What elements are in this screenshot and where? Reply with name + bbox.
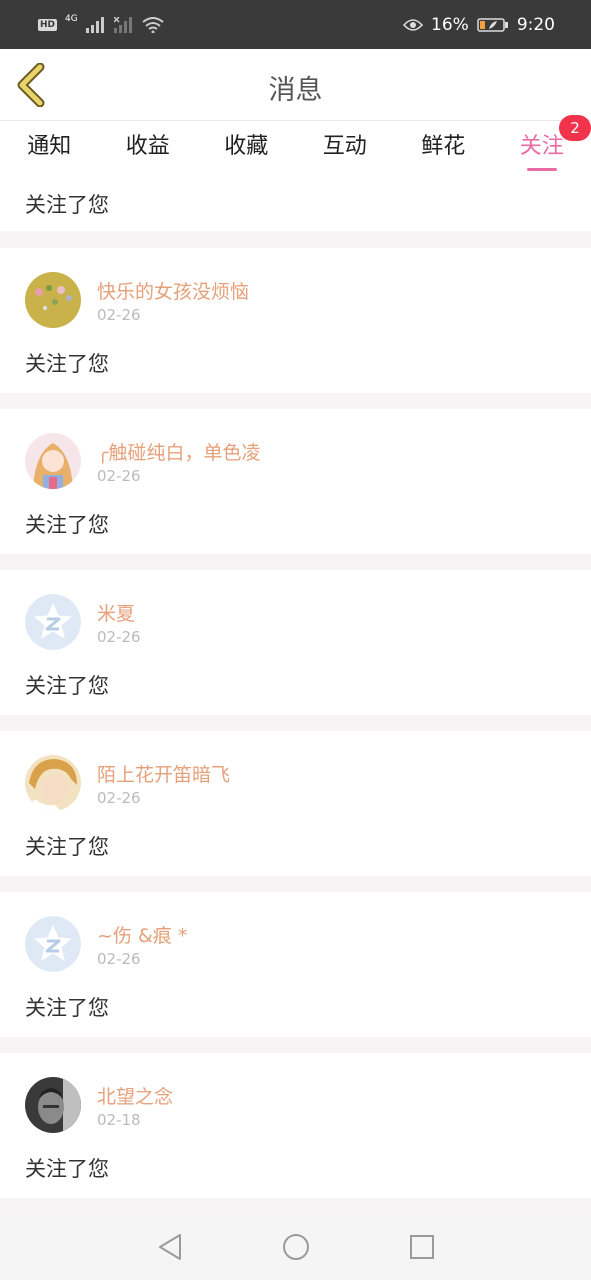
tab-label: 鲜花 <box>421 134 466 159</box>
tab-favorites[interactable]: 收藏 <box>197 121 296 177</box>
tab-follows[interactable]: 关注 2 <box>493 115 591 177</box>
wifi-icon <box>142 16 164 33</box>
avatar-image <box>25 433 81 489</box>
date: 02-18 <box>97 1111 141 1129</box>
battery-percent: 16% <box>431 14 469 35</box>
avatar[interactable] <box>25 272 81 328</box>
signal-icon <box>85 16 104 33</box>
date: 02-26 <box>97 950 141 968</box>
battery-icon <box>477 17 508 32</box>
avatar[interactable] <box>25 594 81 650</box>
active-tab-indicator <box>526 168 557 171</box>
app-header: 消息 <box>0 49 591 121</box>
status-right: 16% 9:20 <box>403 15 555 35</box>
nav-recents-button[interactable] <box>399 1224 445 1270</box>
tab-notifications[interactable]: 通知 <box>0 121 99 177</box>
date: 02-26 <box>97 628 141 646</box>
follow-action-text: 关注了您 <box>25 193 109 217</box>
tab-flowers[interactable]: 鲜花 <box>394 121 493 177</box>
list-item[interactable]: ~伤 &痕 * 02-26 关注了您 <box>0 892 591 1037</box>
tab-label: 关注 <box>519 134 564 159</box>
unread-badge: 2 <box>559 115 591 141</box>
follow-action-text: 关注了您 <box>25 513 109 537</box>
follow-action-text: 关注了您 <box>25 835 109 859</box>
date: 02-26 <box>97 789 141 807</box>
circle-home-icon <box>282 1233 309 1260</box>
user-name[interactable]: 北望之念 <box>97 1082 173 1109</box>
follow-action-text: 关注了您 <box>25 996 109 1020</box>
date: 02-26 <box>97 306 141 324</box>
follow-action-text: 关注了您 <box>25 1157 109 1181</box>
avatar[interactable] <box>25 916 81 972</box>
avatar-image <box>25 755 81 811</box>
tab-label: 互动 <box>322 134 367 159</box>
list-item[interactable]: ╭触碰纯白，单色凌 02-26 关注了您 <box>0 409 591 554</box>
hd-badge: HD <box>38 18 58 31</box>
clock: 9:20 <box>516 14 555 35</box>
list-item[interactable]: 米夏 02-26 关注了您 <box>0 570 591 715</box>
nav-home-button[interactable] <box>273 1224 319 1270</box>
list-item-partial[interactable]: 关注了您 <box>0 177 591 231</box>
follow-action-text: 关注了您 <box>25 352 109 376</box>
nav-back-button[interactable] <box>147 1224 193 1270</box>
user-name[interactable]: 快乐的女孩没烦恼 <box>97 277 249 304</box>
eye-icon <box>403 18 424 31</box>
user-name[interactable]: 米夏 <box>97 599 135 626</box>
avatar[interactable] <box>25 755 81 811</box>
avatar-image <box>25 272 81 328</box>
notification-list[interactable]: 关注了您 快乐的女孩没烦恼 02-26 关注了您 ╭触碰纯白，单色凌 02-26… <box>0 177 591 1213</box>
tab-label: 收益 <box>125 134 170 159</box>
network-type: 4G <box>65 13 78 24</box>
tab-bar: 通知 收益 收藏 互动 鲜花 关注 2 <box>0 115 591 177</box>
tab-interactions[interactable]: 互动 <box>296 121 395 177</box>
tab-earnings[interactable]: 收益 <box>99 121 198 177</box>
avatar[interactable] <box>25 433 81 489</box>
list-item[interactable]: 陌上花开笛暗飞 02-26 关注了您 <box>0 731 591 876</box>
tab-label: 收藏 <box>224 134 269 159</box>
signal-no-service-icon <box>113 16 132 33</box>
date: 02-26 <box>97 467 141 485</box>
list-item[interactable]: 北望之念 02-18 关注了您 <box>0 1053 591 1198</box>
follow-action-text: 关注了您 <box>25 674 109 698</box>
status-bar: HD 4G 16% 9:20 <box>0 0 591 49</box>
default-avatar-icon <box>25 916 81 972</box>
tab-label: 通知 <box>27 134 72 159</box>
user-name[interactable]: ~伤 &痕 * <box>97 921 187 948</box>
list-item[interactable]: 快乐的女孩没烦恼 02-26 关注了您 <box>0 248 591 393</box>
status-left: HD 4G <box>38 13 164 33</box>
page-title: 消息 <box>268 75 323 106</box>
user-name[interactable]: ╭触碰纯白，单色凌 <box>97 438 260 465</box>
default-avatar-icon <box>25 594 81 650</box>
triangle-back-icon <box>158 1233 181 1260</box>
user-name[interactable]: 陌上花开笛暗飞 <box>97 760 230 787</box>
system-nav-bar <box>0 1213 591 1280</box>
square-recents-icon <box>409 1234 434 1259</box>
avatar-image <box>25 1077 81 1133</box>
avatar[interactable] <box>25 1077 81 1133</box>
